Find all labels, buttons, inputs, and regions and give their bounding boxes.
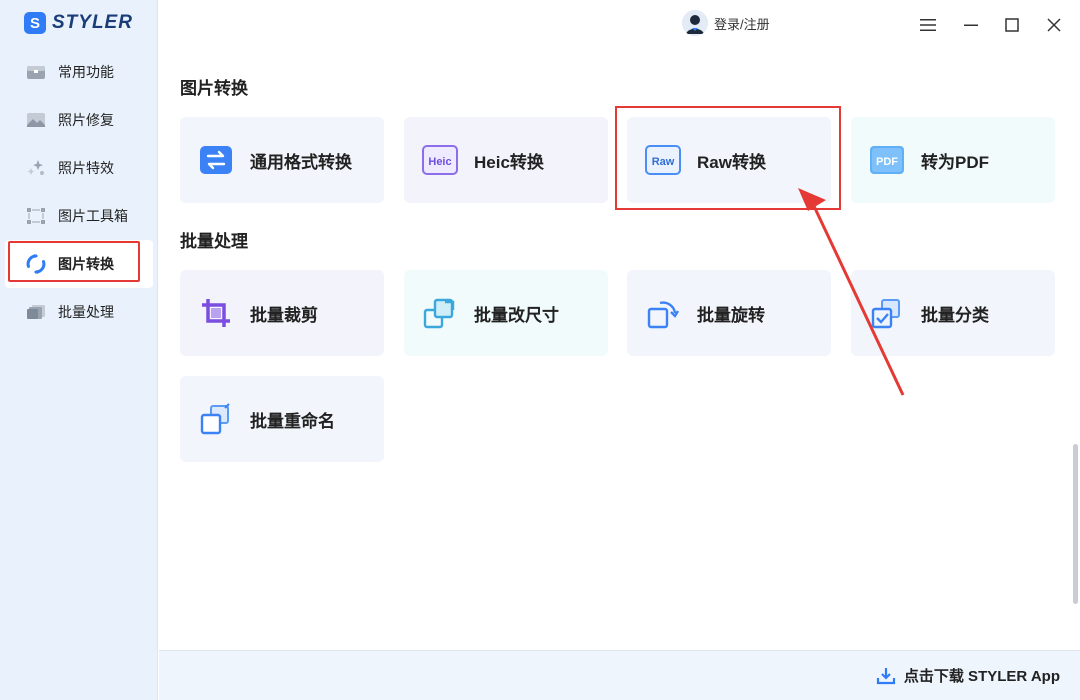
card-general-format-convert[interactable]: 通用格式转换 <box>180 117 384 203</box>
menu-icon <box>920 19 936 31</box>
photo-repair-icon <box>26 111 46 129</box>
sidebar-item-image-convert[interactable]: 图片转换 <box>5 240 153 288</box>
download-label: 点击下载 STYLER App <box>903 668 1060 685</box>
photo-effects-icon <box>26 159 46 177</box>
login-label: 登录/注册 <box>714 16 770 32</box>
crop-icon <box>198 295 234 331</box>
raw-icon: Raw <box>645 142 681 178</box>
card-batch-crop[interactable]: 批量裁剪 <box>180 270 384 356</box>
card-label: Raw转换 <box>697 152 766 172</box>
close-button[interactable] <box>1043 14 1065 36</box>
avatar-icon <box>682 10 708 36</box>
card-label: 批量裁剪 <box>250 305 318 325</box>
sidebar-item-label: 常用功能 <box>58 64 114 80</box>
minimize-icon <box>964 24 978 26</box>
card-label: 批量改尺寸 <box>474 305 559 325</box>
resize-icon <box>422 295 458 331</box>
login-register-link[interactable]: 登录/注册 <box>682 10 770 36</box>
maximize-icon <box>1005 18 1019 32</box>
card-label: 批量旋转 <box>697 305 765 325</box>
sidebar-item-batch[interactable]: 批量处理 <box>0 288 158 336</box>
download-icon <box>876 667 895 684</box>
card-batch-resize[interactable]: 批量改尺寸 <box>404 270 608 356</box>
heic-badge-text: Heic <box>428 156 451 168</box>
sidebar-item-label: 批量处理 <box>58 304 114 320</box>
sidebar-item-label: 照片修复 <box>58 112 114 128</box>
sidebar-item-label: 照片特效 <box>58 160 114 176</box>
rename-icon <box>198 401 234 437</box>
card-label: 转为PDF <box>921 152 989 172</box>
card-heic-convert[interactable]: Heic Heic转换 <box>404 117 608 203</box>
sidebar-item-label: 图片工具箱 <box>58 208 128 224</box>
batch-icon <box>26 303 46 321</box>
close-icon <box>1047 18 1061 32</box>
convert-icon <box>26 254 46 274</box>
footer-bar: 点击下载 STYLER App <box>159 650 1080 700</box>
menu-button[interactable] <box>917 14 939 36</box>
minimize-button[interactable] <box>960 14 982 36</box>
app-name: STYLER <box>52 12 133 33</box>
app-logo[interactable]: S STYLER <box>24 12 133 34</box>
sidebar-item-photo-effects[interactable]: 照片特效 <box>0 144 158 192</box>
rotate-icon <box>645 295 681 331</box>
common-functions-icon <box>26 63 46 81</box>
title-bar: 登录/注册 <box>158 0 1080 48</box>
raw-badge-text: Raw <box>652 156 675 168</box>
pdf-badge-text: PDF <box>876 156 898 168</box>
logo-mark-icon: S <box>24 12 46 34</box>
sidebar: S STYLER 常用功能 照片修复 照片特效 图片工具箱 图片转换 批量处理 <box>0 0 158 700</box>
card-label: Heic转换 <box>474 152 544 172</box>
pdf-icon: PDF <box>869 142 905 178</box>
sidebar-item-common[interactable]: 常用功能 <box>0 48 158 96</box>
annotation-arrow-icon <box>798 188 905 396</box>
sidebar-item-label: 图片转换 <box>58 256 114 272</box>
heic-icon: Heic <box>422 142 458 178</box>
section-title-batch: 批量处理 <box>180 232 248 251</box>
section-title-convert: 图片转换 <box>180 79 248 98</box>
card-label: 批量重命名 <box>250 411 335 431</box>
card-label: 批量分类 <box>921 305 989 325</box>
download-app-link[interactable]: 点击下载 STYLER App <box>876 665 1060 686</box>
sidebar-item-toolbox[interactable]: 图片工具箱 <box>0 192 158 240</box>
sidebar-nav: 常用功能 照片修复 照片特效 图片工具箱 图片转换 批量处理 <box>0 48 158 336</box>
scrollbar[interactable] <box>1073 444 1078 604</box>
card-label: 通用格式转换 <box>250 152 352 172</box>
card-batch-rename[interactable]: 批量重命名 <box>180 376 384 462</box>
toolbox-icon <box>26 207 46 225</box>
maximize-button[interactable] <box>1001 14 1023 36</box>
sidebar-item-photo-repair[interactable]: 照片修复 <box>0 96 158 144</box>
format-convert-icon <box>198 142 234 178</box>
